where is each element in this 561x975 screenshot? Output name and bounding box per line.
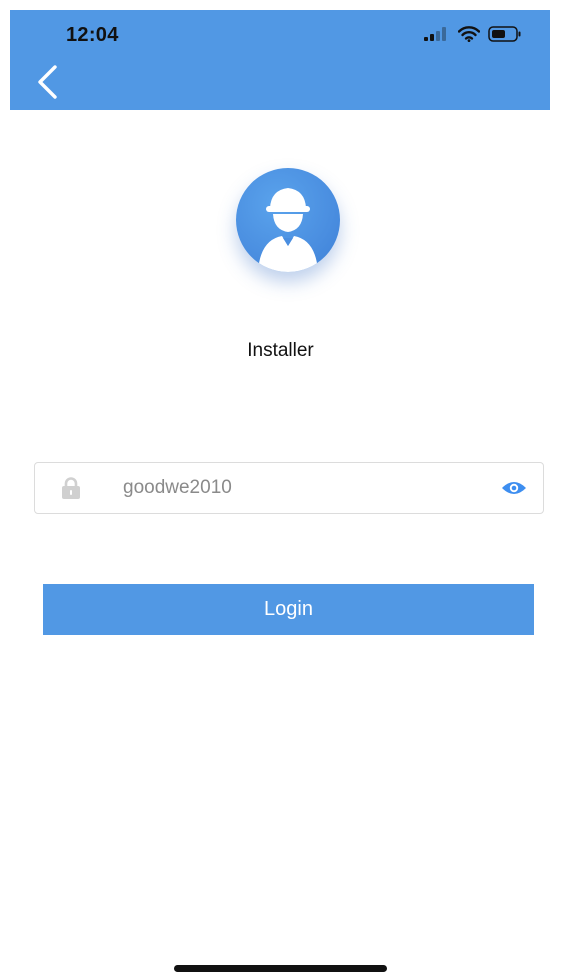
signal-icon xyxy=(424,27,450,41)
login-button[interactable]: Login xyxy=(43,584,534,635)
eye-icon[interactable] xyxy=(501,480,527,496)
battery-icon xyxy=(488,26,522,42)
password-input[interactable] xyxy=(123,463,483,513)
installer-avatar xyxy=(236,168,340,272)
installer-avatar-icon xyxy=(236,168,340,272)
top-bar: 12:04 xyxy=(10,10,550,110)
password-field[interactable] xyxy=(34,462,544,514)
wifi-icon xyxy=(458,26,480,42)
lock-icon xyxy=(61,477,81,499)
chevron-left-icon xyxy=(36,64,58,104)
back-button[interactable] xyxy=(32,64,62,104)
status-icons xyxy=(424,26,522,42)
role-label: Installer xyxy=(247,340,314,361)
home-indicator xyxy=(174,965,387,972)
status-time: 12:04 xyxy=(66,24,119,46)
